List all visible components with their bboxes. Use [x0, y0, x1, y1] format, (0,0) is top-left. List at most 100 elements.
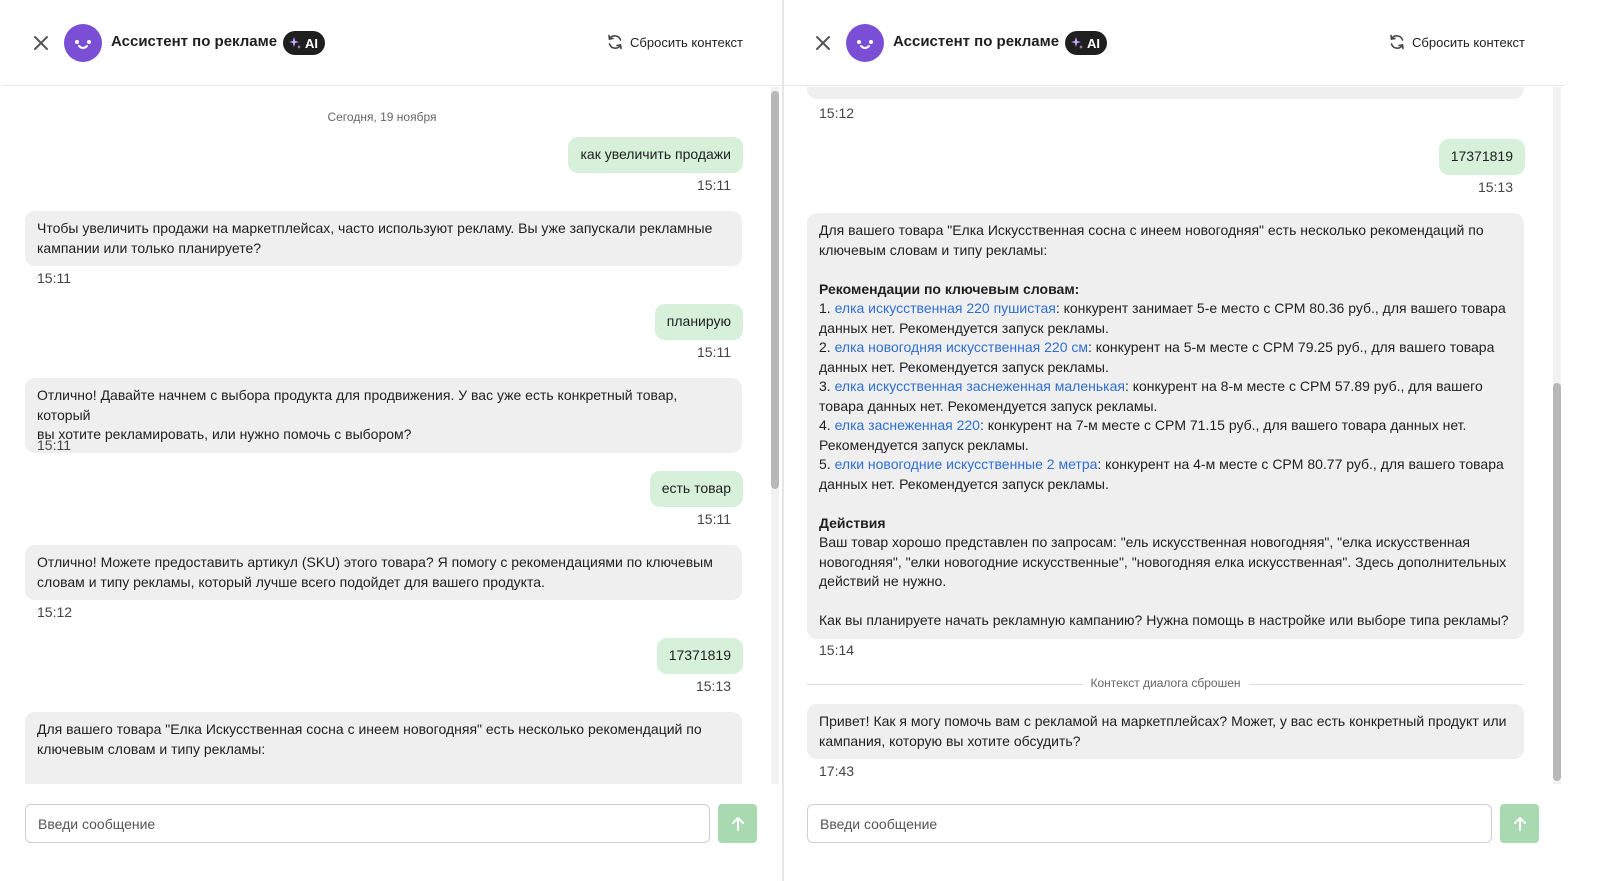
sparkle-icon: [1071, 37, 1083, 49]
ai-badge: AI: [283, 31, 325, 55]
ai-badge-label: AI: [305, 35, 318, 51]
message-time: 15:11: [37, 437, 71, 453]
chat-panel-left: Ассистент по рекламе AI Сбросить контекс…: [2, 0, 783, 881]
bot-message-line: Для вашего товара "Елка Искусственная со…: [819, 222, 1484, 238]
assistant-title: Ассистент по рекламе: [111, 33, 278, 50]
bot-message: Отлично! Давайте начнем с выбора продукт…: [25, 378, 742, 453]
chat-messages: 15:12 17371819 15:13 Для вашего товара "…: [784, 87, 1565, 784]
bot-message-line: Отлично! Можете предоставить артикул (SK…: [37, 554, 713, 570]
context-reset-separator: Контекст диалога сброшен: [807, 674, 1524, 694]
bot-message-line: Чтобы увеличить продажи на маркетплейсах…: [37, 220, 713, 236]
message-input[interactable]: [25, 804, 710, 843]
item-text: : конкурент на 5-м месте с CPM 79.25 руб…: [1088, 339, 1495, 355]
send-button[interactable]: [1500, 804, 1539, 843]
scrollbar-thumb[interactable]: [771, 91, 779, 489]
user-message: есть товар: [649, 471, 743, 507]
reset-context-button[interactable]: Сбросить контекст: [606, 33, 743, 51]
close-button[interactable]: [812, 32, 834, 54]
message-input[interactable]: [807, 804, 1492, 843]
message-time: 15:11: [37, 270, 71, 286]
assistant-title: Ассистент по рекламе: [893, 33, 1060, 50]
item-text: данных нет. Рекомендуется запуск рекламы…: [819, 475, 1109, 492]
message-time: 15:11: [697, 511, 731, 527]
item-text: данных нет. Рекомендуется запуск рекламы…: [819, 358, 1109, 375]
bot-message: Привет! Как я могу помочь вам с рекламой…: [807, 704, 1524, 759]
keyword-link[interactable]: елка новогодняя искусственная 220 см: [835, 339, 1088, 355]
item-text: : конкурент на 7-м месте с CPM 71.15 руб…: [979, 417, 1467, 433]
item-number: 5.: [819, 456, 835, 472]
assistant-avatar: [846, 24, 884, 62]
bot-message-line: Привет! Как я могу помочь вам с рекламой…: [819, 713, 1507, 729]
composer: [784, 786, 1565, 881]
item-number: 1.: [819, 300, 835, 316]
ai-badge-label: AI: [1087, 35, 1100, 51]
bot-message-line: словам и типу рекламы, который лучше все…: [37, 573, 545, 590]
bot-message-line: вы хотите рекламировать, или нужно помоч…: [37, 426, 412, 442]
recommendation-item: 3. елка искусственная заснеженная малень…: [819, 377, 1512, 397]
arrow-up-icon: [731, 816, 744, 831]
send-button[interactable]: [718, 804, 757, 843]
bot-message-recommendations: Для вашего товара "Елка Искусственная со…: [807, 213, 1524, 639]
bot-message: Для вашего товара "Елка Искусственная со…: [25, 712, 742, 784]
chat-panel-right: Ассистент по рекламе AI Сбросить контекс…: [784, 0, 1565, 881]
message-time: 15:13: [1477, 179, 1513, 195]
bot-message-line: ключевым словам и типу рекламы:: [37, 740, 266, 757]
message-time: 15:11: [697, 344, 731, 360]
recommendation-item: 1. елка искусственная 220 пушистая: конк…: [819, 299, 1512, 319]
bot-message-line: Как вы планируете начать рекламную кампа…: [819, 612, 1509, 628]
item-text: Рекомендуется запуск рекламы.: [819, 436, 1029, 453]
item-number: 3.: [819, 378, 835, 394]
bot-message-line: Для вашего товара "Елка Искусственная со…: [37, 721, 702, 737]
keyword-link[interactable]: елка искусственная 220 пушистая: [835, 300, 1056, 316]
actions-heading: Действия: [819, 514, 886, 531]
ai-badge: AI: [1065, 31, 1107, 55]
item-text: данных нет. Рекомендуется запуск рекламы…: [819, 319, 1109, 336]
smiley-icon: [75, 40, 91, 49]
composer: [2, 786, 783, 881]
reset-context-label: Сбросить контекст: [630, 34, 743, 50]
chat-header: Ассистент по рекламе AI Сбросить контекс…: [784, 0, 1565, 86]
bot-message-partial: [807, 87, 1524, 99]
bot-message-line: кампания, которую вы хотите обсудить?: [819, 732, 1081, 749]
refresh-icon: [608, 34, 622, 50]
recommendation-item: 4. елка заснеженная 220: конкурент на 7-…: [819, 416, 1512, 436]
item-text: товара данных нет. Рекомендуется запуск …: [819, 397, 1158, 414]
reset-context-label: Сбросить контекст: [1412, 34, 1525, 50]
bot-message-line: кампании или только планируете?: [37, 239, 262, 256]
message-time: 15:12: [37, 604, 73, 620]
bot-message-line: ключевым словам и типу рекламы:: [819, 241, 1048, 258]
date-separator: Сегодня, 19 ноября: [327, 110, 437, 124]
keyword-link[interactable]: елка искусственная заснеженная маленькая: [835, 378, 1125, 394]
user-message: планирую: [654, 304, 743, 340]
keywords-heading: Рекомендации по ключевым словам:: [819, 280, 1080, 297]
keyword-link[interactable]: елка заснеженная 220: [835, 417, 980, 433]
item-number: 2.: [819, 339, 835, 355]
user-message: 17371819: [1438, 139, 1525, 175]
scrollbar[interactable]: [1553, 87, 1561, 784]
user-message: как увеличить продажи: [568, 137, 743, 173]
recommendation-item: 5. елки новогодние искусственные 2 метра…: [819, 455, 1512, 475]
chat-messages: Сегодня, 19 ноября как увеличить продажи…: [2, 87, 783, 784]
smiley-icon: [857, 40, 873, 49]
scrollbar[interactable]: [771, 87, 779, 784]
sparkle-icon: [289, 37, 301, 49]
refresh-icon: [1390, 34, 1404, 50]
item-text: : конкурент на 4-м месте с CPM 80.77 руб…: [1097, 456, 1504, 472]
keyword-link[interactable]: елки новогодние искусственные 2 метра: [835, 456, 1098, 472]
assistant-avatar: [64, 24, 102, 62]
message-time: 15:11: [697, 177, 731, 193]
message-time: 15:12: [819, 105, 855, 121]
close-button[interactable]: [30, 32, 52, 54]
item-text: : конкурент на 8-м месте с CPM 57.89 руб…: [1124, 378, 1483, 394]
reset-context-button[interactable]: Сбросить контекст: [1388, 33, 1525, 51]
close-icon: [34, 36, 48, 50]
bot-message-line: Ваш товар хорошо представлен по запросам…: [819, 534, 1470, 550]
close-icon: [816, 36, 830, 50]
message-time: 15:13: [695, 678, 731, 694]
user-message: 17371819: [656, 638, 743, 674]
bot-message-line: действий не нужно.: [819, 573, 947, 589]
scrollbar-thumb[interactable]: [1553, 383, 1561, 781]
bot-message-line: Отлично! Давайте начнем с выбора продукт…: [37, 387, 678, 423]
